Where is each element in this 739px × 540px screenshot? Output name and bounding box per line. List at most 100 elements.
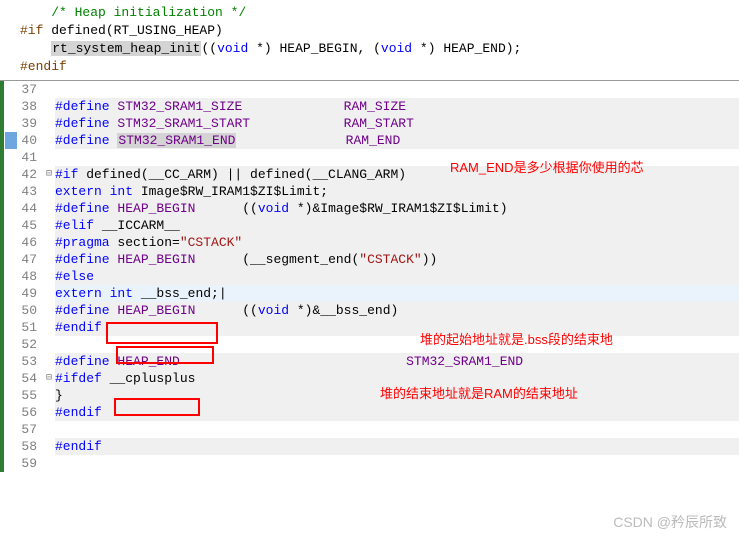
lineno: 54 — [17, 370, 43, 387]
lineno: 52 — [17, 336, 43, 353]
code-line[interactable]: #endif — [55, 319, 739, 336]
lineno: 47 — [17, 251, 43, 268]
lineno: 48 — [17, 268, 43, 285]
pad — [180, 354, 406, 369]
lineno: 55 — [17, 387, 43, 404]
macro: HEAP_BEGIN — [117, 201, 195, 216]
macro: RAM_SIZE — [344, 99, 406, 114]
code-line[interactable]: extern int __bss_end;| — [55, 285, 739, 302]
string: "CSTACK" — [359, 252, 421, 267]
code-line[interactable]: #define HEAP_BEGIN ((void *)&Image$RW_IR… — [55, 200, 739, 217]
kw-else: #else — [55, 269, 94, 284]
kw-define: #define — [55, 99, 110, 114]
macro: RAM_END — [346, 133, 401, 148]
annotation-ramend: RAM_END是多少根据你使用的芯 — [450, 157, 644, 176]
lineno: 58 — [17, 438, 43, 455]
pad — [242, 99, 343, 114]
lineno: 41 — [17, 149, 43, 166]
code-line[interactable]: #define STM32_SRAM1_SIZE RAM_SIZE — [55, 98, 739, 115]
lineno: 51 — [17, 319, 43, 336]
t3: *) HEAP_END); — [412, 41, 521, 56]
macro: RAM_START — [344, 116, 414, 131]
kw-void: void — [381, 41, 412, 56]
lineno: 39 — [17, 115, 43, 132]
cond: defined(__CC_ARM) || defined(__CLANG_ARM… — [78, 167, 406, 182]
kw-define: #define — [55, 116, 110, 131]
t1: (( — [201, 41, 217, 56]
code-line[interactable]: #define STM32_SRAM1_START RAM_START — [55, 115, 739, 132]
t: section= — [110, 235, 180, 250]
pad — [195, 201, 242, 216]
kw-extern: extern — [55, 184, 102, 199]
macro: STM32_SRAM1_START — [117, 116, 250, 131]
kw-void: void — [258, 303, 289, 318]
lineno: 50 — [17, 302, 43, 319]
pad — [195, 303, 242, 318]
lineno: 49 — [17, 285, 43, 302]
comment: /* Heap initialization */ — [51, 5, 246, 20]
t: (( — [242, 303, 258, 318]
code-line[interactable] — [55, 455, 739, 472]
code-line[interactable] — [55, 336, 739, 353]
t: (__segment_end( — [242, 252, 359, 267]
annotation-heapend: 堆的结束地址就是RAM的结束地址 — [380, 383, 578, 402]
kw-endif: #endif — [55, 320, 102, 335]
kw-endif: #endif — [55, 439, 102, 454]
pad — [20, 5, 51, 20]
snippet-header: /* Heap initialization */ #if defined(RT… — [0, 0, 739, 81]
code-line[interactable]: #pragma section="CSTACK" — [55, 234, 739, 251]
ident: Image$RW_IRAM1$ZI$Limit; — [133, 184, 328, 199]
directive-if: #if — [20, 23, 43, 38]
lineno: 38 — [17, 98, 43, 115]
macro: STM32_SRAM1_END — [406, 354, 523, 369]
kw-define: #define — [55, 303, 110, 318]
annotation-heapbegin: 堆的起始地址就是.bss段的结束地 — [420, 329, 613, 348]
lineno: 45 — [17, 217, 43, 234]
fn-call: rt_system_heap_init — [51, 41, 201, 56]
ident: __cplusplus — [102, 371, 196, 386]
t: *)&__bss_end) — [289, 303, 398, 318]
brace: } — [55, 388, 63, 403]
macro: STM32_SRAM1_END — [117, 133, 236, 148]
code-line[interactable] — [55, 81, 739, 98]
macro: HEAP_BEGIN — [117, 252, 195, 267]
kw-int: int — [110, 286, 133, 301]
kw-elif: #elif — [55, 218, 94, 233]
code-line[interactable]: #endif — [55, 404, 739, 421]
kw-define: #define — [55, 133, 110, 148]
lineno: 42 — [17, 166, 43, 183]
cond: defined(RT_USING_HEAP) — [43, 23, 222, 38]
kw-define: #define — [55, 354, 110, 369]
code-line[interactable] — [55, 421, 739, 438]
code-line[interactable]: #endif — [55, 438, 739, 455]
t: (( — [242, 201, 258, 216]
t: )) — [422, 252, 438, 267]
ident: __bss_end; — [133, 286, 219, 301]
kw-if: #if — [55, 167, 78, 182]
macro: STM32_SRAM1_SIZE — [117, 99, 242, 114]
lineno: 43 — [17, 183, 43, 200]
code-line[interactable]: #define STM32_SRAM1_END RAM_END — [55, 132, 739, 149]
kw-define: #define — [55, 252, 110, 267]
t: *)&Image$RW_IRAM1$ZI$Limit) — [289, 201, 507, 216]
kw-ifdef: #ifdef — [55, 371, 102, 386]
macro: HEAP_BEGIN — [117, 303, 195, 318]
kw-endif: #endif — [55, 405, 102, 420]
directive-endif: #endif — [20, 59, 67, 74]
pad — [250, 116, 344, 131]
code-editor[interactable]: 37 38#define STM32_SRAM1_SIZE RAM_SIZE 3… — [0, 81, 739, 472]
code-line[interactable]: #define HEAP_BEGIN (__segment_end("CSTAC… — [55, 251, 739, 268]
string: "CSTACK" — [180, 235, 242, 250]
kw-define: #define — [55, 201, 110, 216]
code-line[interactable]: #define HEAP_END STM32_SRAM1_END — [55, 353, 739, 370]
lineno: 59 — [17, 455, 43, 472]
bp-gutter[interactable] — [5, 81, 17, 98]
lineno: 53 — [17, 353, 43, 370]
code-line[interactable]: #elif __ICCARM__ — [55, 217, 739, 234]
code-line[interactable]: #else — [55, 268, 739, 285]
code-line[interactable]: #define HEAP_BEGIN ((void *)&__bss_end) — [55, 302, 739, 319]
ident: __ICCARM__ — [94, 218, 180, 233]
bp-marker[interactable] — [5, 132, 17, 149]
code-line[interactable]: extern int Image$RW_IRAM1$ZI$Limit; — [55, 183, 739, 200]
t2: *) HEAP_BEGIN, ( — [248, 41, 381, 56]
